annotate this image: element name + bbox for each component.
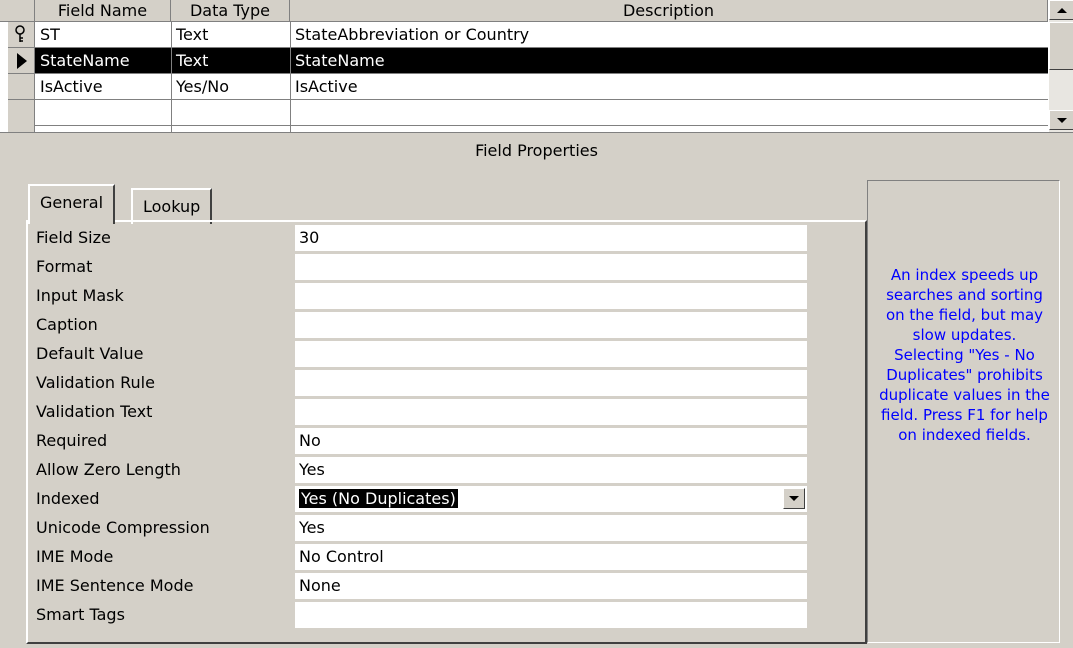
property-label: Required <box>36 431 108 450</box>
dropdown-arrow-icon <box>789 496 799 501</box>
column-header-field-name[interactable]: Field Name <box>35 0 171 22</box>
scroll-down-button[interactable] <box>1049 110 1073 130</box>
property-label: Validation Rule <box>36 373 155 392</box>
table-row[interactable]: StateName Text StateName <box>35 48 1048 74</box>
data-type-cell[interactable]: Text <box>171 22 290 48</box>
data-type-cell[interactable]: Text <box>171 48 290 74</box>
grid-line <box>290 22 291 132</box>
property-label: Format <box>36 257 93 276</box>
grid-line <box>35 99 1048 100</box>
property-default-value-input[interactable] <box>295 341 807 367</box>
property-ime-sentence-mode-input[interactable]: None <box>295 573 807 599</box>
field-name-cell[interactable]: IsActive <box>35 74 171 100</box>
field-properties-title: Field Properties <box>0 132 1073 168</box>
scroll-up-button[interactable] <box>1049 0 1073 20</box>
property-input-mask-input[interactable] <box>295 283 807 309</box>
property-label: IME Sentence Mode <box>36 576 194 595</box>
description-cell[interactable]: StateAbbreviation or Country <box>290 22 1048 48</box>
property-label: Field Size <box>36 228 111 247</box>
property-label: Indexed <box>36 489 100 508</box>
table-row[interactable]: ST Text StateAbbreviation or Country <box>35 22 1048 48</box>
tab-lookup[interactable]: Lookup <box>131 188 213 224</box>
tab-general[interactable]: General <box>28 184 116 224</box>
property-label: Validation Text <box>36 402 153 421</box>
table-row[interactable]: IsActive Yes/No IsActive <box>35 74 1048 100</box>
property-ime-mode-input[interactable]: No Control <box>295 544 807 570</box>
property-required-input[interactable]: No <box>295 428 807 454</box>
property-smart-tags-input[interactable] <box>295 602 807 628</box>
property-label: IME Mode <box>36 547 114 566</box>
row-selector[interactable] <box>8 100 35 132</box>
row-selector[interactable] <box>8 48 35 74</box>
column-header-description[interactable]: Description <box>290 0 1048 22</box>
property-label: Allow Zero Length <box>36 460 181 479</box>
indexed-dropdown-button[interactable] <box>783 488 805 509</box>
row-selector[interactable] <box>8 22 35 48</box>
property-unicode-compression-input[interactable]: Yes <box>295 515 807 541</box>
property-label: Default Value <box>36 344 144 363</box>
property-field-size-input[interactable]: 30 <box>295 225 807 251</box>
scroll-down-arrow-icon <box>1057 118 1067 123</box>
field-name-cell[interactable]: ST <box>35 22 171 48</box>
property-validation-text-input[interactable] <box>295 399 807 425</box>
vertical-scrollbar[interactable] <box>1048 0 1073 132</box>
property-format-input[interactable] <box>295 254 807 280</box>
property-indexed-combobox[interactable]: Yes (No Duplicates) <box>295 486 807 512</box>
grid-line <box>35 73 1048 74</box>
indexed-selected-value: Yes (No Duplicates) <box>299 489 458 508</box>
current-row-arrow-icon <box>17 53 27 69</box>
help-text: An index speeds up searches and sorting … <box>879 266 1050 444</box>
property-label: Unicode Compression <box>36 518 210 537</box>
scroll-thumb[interactable] <box>1049 22 1073 70</box>
description-cell[interactable]: StateName <box>290 48 1048 74</box>
grid-line <box>171 22 172 132</box>
row-selector[interactable] <box>8 74 35 100</box>
column-header-data-type[interactable]: Data Type <box>171 0 290 22</box>
data-type-cell[interactable]: Yes/No <box>171 74 290 100</box>
help-pane: An index speeds up searches and sorting … <box>867 180 1060 643</box>
property-label: Caption <box>36 315 98 334</box>
grid-line <box>35 47 1048 48</box>
field-name-cell[interactable]: StateName <box>35 48 171 74</box>
field-grid: Field Name Data Type Description ST Text… <box>0 0 1073 132</box>
description-cell[interactable]: IsActive <box>290 74 1048 100</box>
grid-corner-left <box>0 0 8 22</box>
property-allow-zero-length-input[interactable]: Yes <box>295 457 807 483</box>
grid-line <box>35 125 1048 126</box>
primary-key-icon <box>15 25 25 42</box>
row-selector-header[interactable] <box>8 0 35 22</box>
property-label: Smart Tags <box>36 605 125 624</box>
property-validation-rule-input[interactable] <box>295 370 807 396</box>
property-caption-input[interactable] <box>295 312 807 338</box>
property-label: Input Mask <box>36 286 124 305</box>
scroll-up-arrow-icon <box>1057 8 1067 13</box>
